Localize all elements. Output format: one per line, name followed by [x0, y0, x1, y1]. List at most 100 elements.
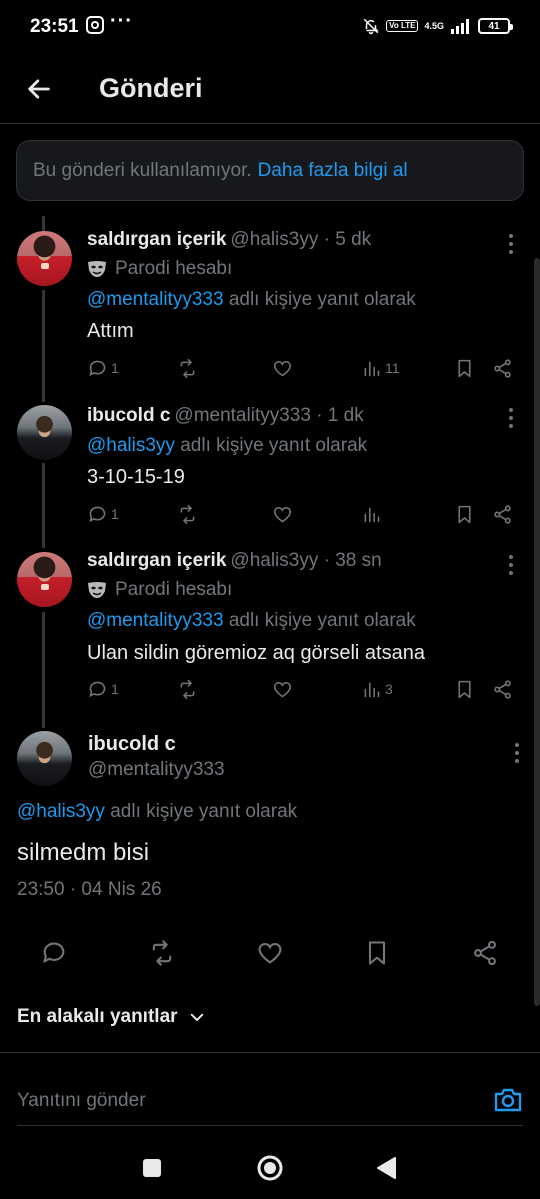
view-count: 3: [385, 681, 393, 697]
main-author-handle[interactable]: @mentalityy333: [88, 759, 225, 781]
back-nav-button[interactable]: [370, 1152, 402, 1184]
main-bookmark-button[interactable]: [362, 938, 392, 968]
bookmark-button[interactable]: [454, 677, 475, 701]
main-author-name[interactable]: ibucold c: [88, 733, 176, 756]
camera-button[interactable]: [493, 1086, 523, 1114]
learn-more-link[interactable]: Daha fazla bilgi al: [258, 160, 408, 182]
main-share-button[interactable]: [470, 938, 500, 968]
reply-suffix: adlı kişiye yanıt olarak: [228, 610, 416, 631]
bookmark-icon: [458, 359, 471, 377]
main-avatar[interactable]: [17, 731, 72, 786]
tweet-text: 3-10-15-19: [87, 466, 185, 488]
volte-badge: Vo LTE: [386, 20, 419, 32]
unavailable-notice: Bu gönderi kullanılamıyor. Daha fazla bi…: [16, 140, 524, 201]
bookmark-icon: [368, 941, 386, 965]
share-icon: [474, 940, 496, 966]
reply-context: @halis3yy adlı kişiye yanıt olarak: [87, 435, 367, 457]
bookmark-button[interactable]: [454, 356, 475, 380]
status-icons: Vo LTE 4.5G 41: [362, 16, 513, 36]
comment-icon: [89, 360, 106, 376]
more-notifications-icon: ···: [110, 10, 133, 32]
retweet-button[interactable]: [177, 677, 198, 701]
reply-input[interactable]: [17, 1086, 457, 1116]
home-button[interactable]: [254, 1152, 286, 1184]
reply-button[interactable]: 1: [87, 677, 119, 701]
heart-icon: [273, 506, 292, 522]
scrollbar[interactable]: [534, 258, 540, 1006]
retweet-button[interactable]: [177, 502, 198, 526]
share-icon: [494, 358, 511, 378]
mention-link[interactable]: @halis3yy: [87, 435, 175, 456]
views-icon: [364, 507, 380, 522]
reply-context: @mentalityy333 adlı kişiye yanıt olarak: [87, 289, 416, 311]
share-button[interactable]: [492, 677, 513, 701]
reply-tweet[interactable]: saldırgan içerik @halis3yy · 38 sn Parodi…: [0, 545, 534, 705]
retweet-icon: [180, 358, 195, 378]
network-type: 4.5G: [424, 20, 444, 31]
author-handle: @mentalityy333 · 1 dk: [174, 405, 364, 426]
triangle-back-icon: [377, 1157, 396, 1179]
more-options-button[interactable]: [508, 555, 514, 575]
tweet-actions: 1 11: [87, 356, 519, 380]
mention-link[interactable]: @mentalityy333: [87, 289, 224, 310]
mention-link[interactable]: @mentalityy333: [87, 610, 224, 631]
avatar[interactable]: [17, 405, 72, 460]
tweet-actions: 1 3: [87, 677, 519, 701]
more-options-button[interactable]: [508, 234, 514, 254]
avatar[interactable]: [17, 552, 72, 607]
circle-icon: [257, 1155, 283, 1181]
reply-button[interactable]: 1: [87, 502, 119, 526]
page-title: Gönderi: [99, 73, 203, 103]
reply-tweet[interactable]: saldırgan içerik @halis3yy · 5 dk Parodi …: [0, 224, 534, 384]
share-button[interactable]: [492, 356, 513, 380]
views-button[interactable]: 11: [361, 356, 400, 380]
avatar[interactable]: [17, 231, 72, 286]
like-button[interactable]: [272, 677, 293, 701]
reply-button[interactable]: 1: [87, 356, 119, 380]
status-bar: 23:51 ··· Vo LTE 4.5G 41: [0, 0, 540, 56]
retweet-button[interactable]: [177, 356, 198, 380]
main-tweet-actions: [0, 936, 540, 970]
tweet-actions: 1: [87, 502, 519, 526]
arrow-left-icon: [28, 79, 50, 99]
reply-suffix: adlı kişiye yanıt olarak: [180, 435, 368, 456]
reply-count: 1: [111, 681, 119, 697]
chevron-down-icon: [190, 1013, 203, 1021]
reply-suffix: adlı kişiye yanıt olarak: [110, 801, 298, 822]
author-name[interactable]: saldırgan içerik: [87, 229, 226, 250]
tweet-text: Attım: [87, 320, 134, 342]
bookmark-button[interactable]: [454, 502, 475, 526]
reply-tweet[interactable]: ibucold c @mentalityy333 · 1 dk @halis3yy…: [0, 400, 534, 530]
author-name[interactable]: saldırgan içerik: [87, 550, 226, 571]
views-button[interactable]: [361, 502, 385, 526]
square-icon: [143, 1159, 161, 1177]
heart-icon: [273, 360, 292, 376]
retweet-icon: [180, 504, 195, 524]
views-icon: [364, 682, 380, 697]
share-button[interactable]: [492, 502, 513, 526]
retweet-icon: [152, 940, 172, 966]
views-button[interactable]: 3: [361, 677, 393, 701]
bell-muted-icon: [363, 18, 379, 35]
author-handle: @halis3yy · 38 sn: [230, 550, 382, 571]
views-icon: [364, 361, 380, 376]
main-reply-context: @halis3yy adlı kişiye yanıt olarak: [17, 801, 297, 823]
author-name[interactable]: ibucold c: [87, 405, 170, 426]
like-button[interactable]: [272, 502, 293, 526]
main-like-button[interactable]: [255, 938, 285, 968]
reply-sort-dropdown[interactable]: En alakalı yanıtlar: [17, 1006, 206, 1028]
main-tweet-text: silmedm bisi: [17, 839, 150, 866]
reply-composer: [17, 1076, 523, 1126]
mention-link[interactable]: @halis3yy: [17, 801, 105, 822]
comment-icon: [89, 681, 106, 697]
more-options-button[interactable]: [508, 408, 514, 428]
main-more-options-button[interactable]: [514, 743, 520, 763]
tweet-header: ibucold c @mentalityy333 · 1 dk: [87, 405, 364, 427]
reply-count: 1: [111, 360, 119, 376]
like-button[interactable]: [272, 356, 293, 380]
top-bar: Gönderi: [0, 56, 540, 124]
recent-apps-button[interactable]: [136, 1152, 168, 1184]
main-retweet-button[interactable]: [147, 938, 177, 968]
main-reply-button[interactable]: [39, 938, 69, 968]
back-button[interactable]: [22, 72, 56, 106]
